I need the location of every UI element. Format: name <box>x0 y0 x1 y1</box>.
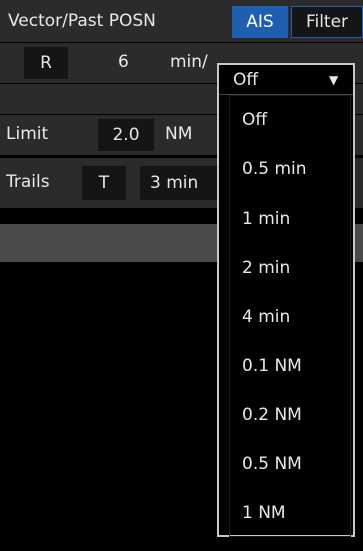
limit-unit: NM <box>165 124 193 144</box>
option-label: Off <box>242 110 268 130</box>
t-button[interactable]: T <box>82 166 126 200</box>
dropdown-option[interactable]: 1 min <box>242 211 290 228</box>
option-label: 0.1 NM <box>242 356 302 376</box>
option-label: 0.5 NM <box>242 454 302 474</box>
vector-time-value: 6 <box>118 52 129 72</box>
dropdown-option[interactable]: 1 NM <box>242 505 286 522</box>
tab-ais[interactable]: AIS <box>232 6 288 38</box>
r-button[interactable]: R <box>24 47 68 79</box>
t-button-label: T <box>98 173 110 193</box>
limit-label: Limit <box>6 124 49 144</box>
option-label: 1 min <box>242 209 291 229</box>
dropdown-option[interactable]: 2 min <box>242 260 290 277</box>
panel-title: Vector/Past POSN <box>8 11 156 31</box>
option-label: 1 NM <box>242 503 286 523</box>
r-button-label: R <box>40 53 52 73</box>
dropdown-option[interactable]: 0.5 NM <box>242 456 302 473</box>
dropdown-options: Off 0.5 min 1 min 2 min 4 min 0.1 NM 0.2… <box>229 95 351 537</box>
option-label: 4 min <box>242 307 291 327</box>
dropdown-selected-value: Off <box>233 70 259 90</box>
tab-ais-label: AIS <box>246 12 274 32</box>
tab-filter-label: Filter <box>305 12 349 32</box>
limit-value-field[interactable]: 2.0 <box>98 119 154 151</box>
dropdown-selected[interactable]: Off ▼ <box>219 65 353 95</box>
trails-label: Trails <box>6 172 50 192</box>
limit-value: 2.0 <box>112 125 140 145</box>
time-unit-dropdown[interactable]: Off ▼ Off 0.5 min 1 min 2 min 4 min 0.1 … <box>217 63 355 537</box>
header-row: Vector/Past POSN AIS Filter <box>0 0 363 42</box>
dropdown-option[interactable]: Off <box>242 112 267 129</box>
dropdown-option[interactable]: 0.1 NM <box>242 358 302 375</box>
vector-time-unit: min/ <box>170 52 208 72</box>
option-label: 2 min <box>242 258 291 278</box>
trails-time-field[interactable]: 3 min <box>140 166 222 200</box>
option-label: 0.5 min <box>242 159 307 179</box>
tab-filter[interactable]: Filter <box>291 6 363 38</box>
dropdown-option[interactable]: 0.2 NM <box>242 407 302 424</box>
chevron-down-icon: ▼ <box>329 73 339 87</box>
trails-time-value: 3 min <box>150 173 199 193</box>
dropdown-option[interactable]: 0.5 min <box>242 161 307 178</box>
dropdown-option[interactable]: 4 min <box>242 309 290 326</box>
option-label: 0.2 NM <box>242 405 302 425</box>
